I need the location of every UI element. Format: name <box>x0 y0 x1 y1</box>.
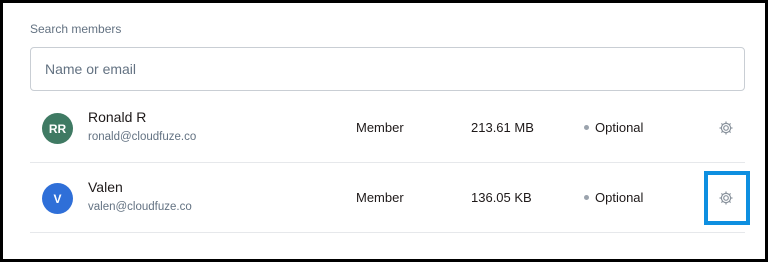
member-role: Member <box>356 190 404 205</box>
gear-icon[interactable] <box>718 190 734 206</box>
search-field[interactable] <box>30 47 745 91</box>
member-name: Ronald R <box>88 109 147 125</box>
member-name: Valen <box>88 179 123 195</box>
member-status: Optional <box>584 190 643 205</box>
avatar: RR <box>42 113 73 144</box>
status-label: Optional <box>595 120 644 135</box>
gear-icon[interactable] <box>718 120 734 136</box>
member-role: Member <box>356 120 404 135</box>
member-storage: 136.05 KB <box>471 190 532 205</box>
member-email: ronald@cloudfuze.co <box>88 131 197 143</box>
member-email: valen@cloudfuze.co <box>88 201 192 213</box>
members-panel: Search members RR Ronald R ronald@cloudf… <box>3 3 765 259</box>
status-dot <box>584 125 589 130</box>
member-status: Optional <box>584 120 643 135</box>
member-row: V Valen valen@cloudfuze.co Member 136.05… <box>30 163 745 233</box>
member-row: RR Ronald R ronald@cloudfuze.co Member 2… <box>30 93 745 163</box>
status-label: Optional <box>595 190 644 205</box>
search-input[interactable] <box>31 48 744 90</box>
search-label: Search members <box>30 22 122 36</box>
status-dot <box>584 195 589 200</box>
member-storage: 213.61 MB <box>471 120 534 135</box>
avatar: V <box>42 183 73 214</box>
